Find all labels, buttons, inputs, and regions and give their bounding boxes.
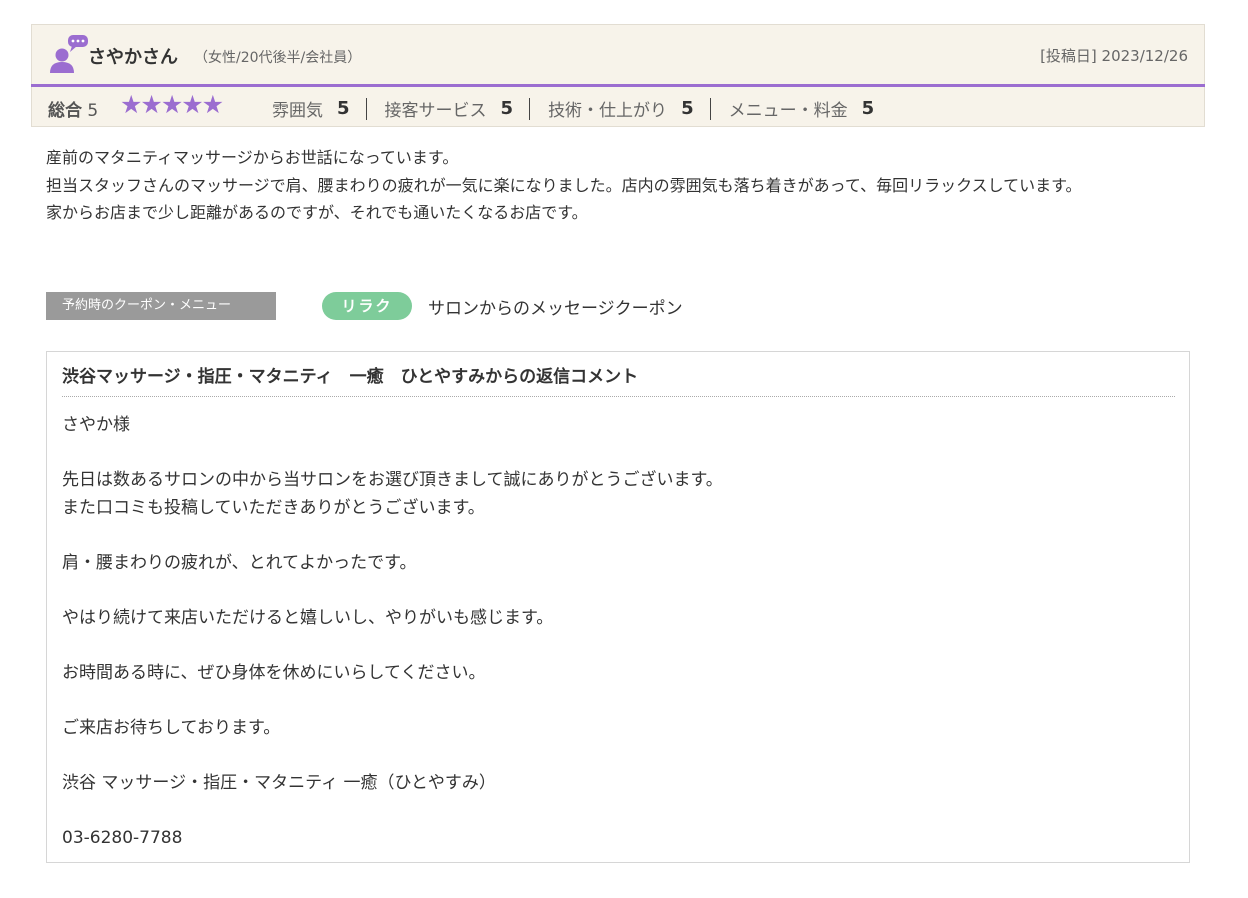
reply-line: お時間ある時に、ぜひ身体を休めにいらしてください。 xyxy=(62,662,486,683)
sub-rating-menu-price: メニュー・料金 5 xyxy=(729,96,875,121)
salon-phone[interactable]: 03-6280-7788 xyxy=(62,825,1172,853)
sub-rating-atmosphere: 雰囲気 5 xyxy=(272,96,350,121)
review-text: 産前のマタニティマッサージからお世話になっています。 担当スタッフさんのマッサー… xyxy=(46,144,1196,227)
sub-rating-label: 技術・仕上がり xyxy=(548,101,668,121)
reply-paragraph: ご来店お待ちしております。 xyxy=(62,715,1172,743)
sub-rating-value: 5 xyxy=(337,98,350,119)
sub-rating-label: メニュー・料金 xyxy=(728,101,848,121)
sub-rating-label: 接客サービス xyxy=(384,101,487,121)
review-line: 家からお店まで少し距離があるのですが、それでも通いたくなるお店です。 xyxy=(46,203,588,222)
overall-value: 5 xyxy=(87,101,99,121)
sub-rating-value: 5 xyxy=(681,98,694,119)
user-speech-bubble-icon xyxy=(50,35,88,73)
reviewer-profile: （女性/20代後半/会社員） xyxy=(194,50,362,66)
coupon-label: 予約時のクーポン・メニュー xyxy=(46,292,276,320)
reply-title: 渋谷マッサージ・指圧・マタニティ 一癒 ひとやすみからの返信コメント xyxy=(62,367,639,387)
salon-signature: 渋谷 マッサージ・指圧・マタニティ 一癒（ひとやすみ） xyxy=(62,772,496,793)
reply-paragraph: 渋谷 マッサージ・指圧・マタニティ 一癒（ひとやすみ） xyxy=(62,770,1172,798)
salon-reply: 渋谷マッサージ・指圧・マタニティ 一癒 ひとやすみからの返信コメント さやか様 … xyxy=(46,351,1190,863)
overall-rating: 総合 5 xyxy=(48,96,98,121)
post-date: [投稿日] 2023/12/26 xyxy=(1040,47,1188,65)
separator xyxy=(709,97,711,120)
sub-ratings: 雰囲気 5 接客サービス 5 技術・仕上がり 5 メニュー・料金 5 xyxy=(272,96,874,121)
reply-paragraph: 先日は数あるサロンの中から当サロンをお選び頂きまして誠にありがとうございます。 … xyxy=(62,467,1172,522)
reply-paragraph: さやか様 xyxy=(62,412,1172,440)
sub-rating-service: 接客サービス 5 xyxy=(385,96,514,121)
review-line: 産前のマタニティマッサージからお世話になっています。 xyxy=(46,148,459,167)
reply-line: ご来店お待ちしております。 xyxy=(62,717,281,738)
separator xyxy=(529,97,531,120)
reviewer-name: さやかさん xyxy=(88,47,178,68)
coupon-name[interactable]: サロンからのメッセージクーポン xyxy=(428,294,683,319)
reply-divider xyxy=(62,396,1175,397)
overall-label: 総合 xyxy=(48,101,82,121)
reply-line: 先日は数あるサロンの中から当サロンをお選び頂きまして誠にありがとうございます。 xyxy=(62,470,723,490)
sub-rating-value: 5 xyxy=(861,98,875,119)
sub-rating-technique: 技術・仕上がり 5 xyxy=(548,96,694,121)
reply-line: さやか様 xyxy=(62,415,130,435)
reply-paragraph: お時間ある時に、ぜひ身体を休めにいらしてください。 xyxy=(62,660,1172,688)
rating-bar: 総合 5 ★★★★★ 雰囲気 5 接客サービス 5 技術・仕上がり 5 メニュー… xyxy=(31,87,1205,127)
review-card: さやかさん （女性/20代後半/会社員） [投稿日] 2023/12/26 総合… xyxy=(31,24,1205,127)
reply-paragraph: 肩・腰まわりの疲れが、とれてよかったです。 xyxy=(62,550,1172,578)
star-rating: ★★★★★ xyxy=(120,90,224,119)
review-line: 担当スタッフさんのマッサージで肩、腰まわりの疲れが一気に楽になりました。店内の雰… xyxy=(46,175,1082,195)
relax-badge: リラク xyxy=(322,292,412,320)
separator xyxy=(365,97,367,120)
reply-body: さやか様 先日は数あるサロンの中から当サロンをお選び頂きまして誠にありがとうござ… xyxy=(62,412,1172,852)
reply-line: 肩・腰まわりの疲れが、とれてよかったです。 xyxy=(62,552,417,573)
reply-line: また口コミも投稿していただきありがとうございます。 xyxy=(62,497,485,518)
sub-rating-label: 雰囲気 xyxy=(272,101,323,121)
reply-paragraph: 03-6280-7788 xyxy=(62,825,1172,853)
reply-paragraph: やはり続けて来店いただけると嬉しいし、やりがいも感じます。 xyxy=(62,605,1172,633)
sub-rating-value: 5 xyxy=(500,98,514,119)
reply-line: やはり続けて来店いただけると嬉しいし、やりがいも感じます。 xyxy=(62,607,554,628)
coupon-row: 予約時のクーポン・メニュー リラク サロンからのメッセージクーポン xyxy=(46,292,683,320)
review-header: さやかさん （女性/20代後半/会社員） [投稿日] 2023/12/26 xyxy=(31,24,1205,84)
